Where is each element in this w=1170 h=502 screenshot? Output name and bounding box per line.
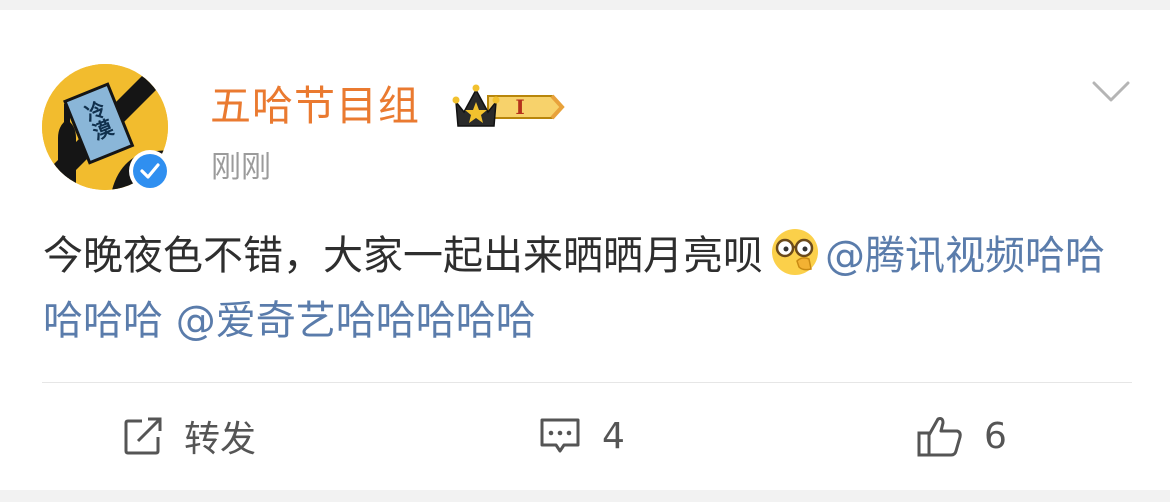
like-count: 6 — [984, 415, 1007, 457]
member-crown-badge[interactable]: I — [452, 82, 570, 136]
feed-separator — [0, 490, 1170, 502]
post-body: 今晚夜色不错，大家一起出来晒晒月亮呗 @腾讯视频哈哈哈哈哈 @爱奇艺哈哈哈哈哈 — [43, 224, 1133, 354]
mention-link-2[interactable]: @爱奇艺哈哈哈哈哈 — [176, 298, 536, 344]
thumbs-up-icon — [917, 417, 962, 457]
repost-label: 转发 — [184, 419, 257, 460]
comment-icon — [540, 418, 580, 453]
level-badge-text: I — [515, 95, 524, 119]
glasses-face-emoji-icon — [772, 229, 818, 275]
divider — [42, 382, 1132, 383]
like-button[interactable]: 6 — [916, 410, 1007, 462]
verified-badge-icon — [129, 150, 171, 192]
comment-button[interactable]: 4 — [538, 410, 625, 462]
repost-icon — [124, 417, 162, 455]
comment-count: 4 — [602, 415, 625, 457]
post-text: 今晚夜色不错，大家一起出来晒晒月亮呗 — [43, 233, 763, 279]
repost-button[interactable]: 转发 — [122, 410, 256, 462]
post-timestamp: 刚刚 — [211, 150, 271, 185]
author-name[interactable]: 五哈节目组 — [210, 78, 420, 134]
weibo-post-card: 冷漠 五哈节目组 I 刚刚 今晚夜色不错，大家一起出来晒晒月亮呗 @腾讯视频哈哈… — [0, 10, 1170, 490]
chevron-down-icon[interactable] — [1092, 80, 1130, 108]
